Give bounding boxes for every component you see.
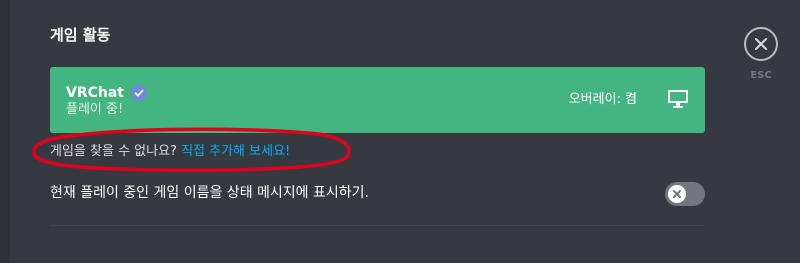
game-name: VRChat <box>66 85 124 101</box>
missing-game-prompt: 게임을 찾을 수 없나요? <box>50 144 182 159</box>
missing-game-row: 게임을 찾을 수 없나요? 직접 추가해 보세요! <box>50 144 290 160</box>
overlay-status: 오버레이: 켬 <box>568 92 637 107</box>
add-game-link[interactable]: 직접 추가해 보세요! <box>181 144 290 159</box>
toggle-knob <box>668 185 686 203</box>
game-status: 플레이 중! <box>66 102 124 117</box>
verified-check-icon <box>131 85 147 101</box>
close-button[interactable] <box>744 27 778 61</box>
show-game-activity-label: 현재 플레이 중인 게임 이름을 상태 메시지에 표시하기. <box>50 185 369 201</box>
esc-label: ESC <box>750 70 772 81</box>
game-card: VRChat 플레이 중! 오버레이: 켬 <box>50 67 705 133</box>
divider <box>50 225 705 226</box>
sidebar-edge <box>0 0 10 263</box>
section-title: 게임 활동 <box>50 26 111 44</box>
game-name-row: VRChat <box>66 83 147 103</box>
show-game-activity-toggle[interactable] <box>665 182 705 206</box>
x-icon <box>673 190 681 198</box>
monitor-icon[interactable] <box>667 89 689 109</box>
close-icon <box>755 38 767 50</box>
